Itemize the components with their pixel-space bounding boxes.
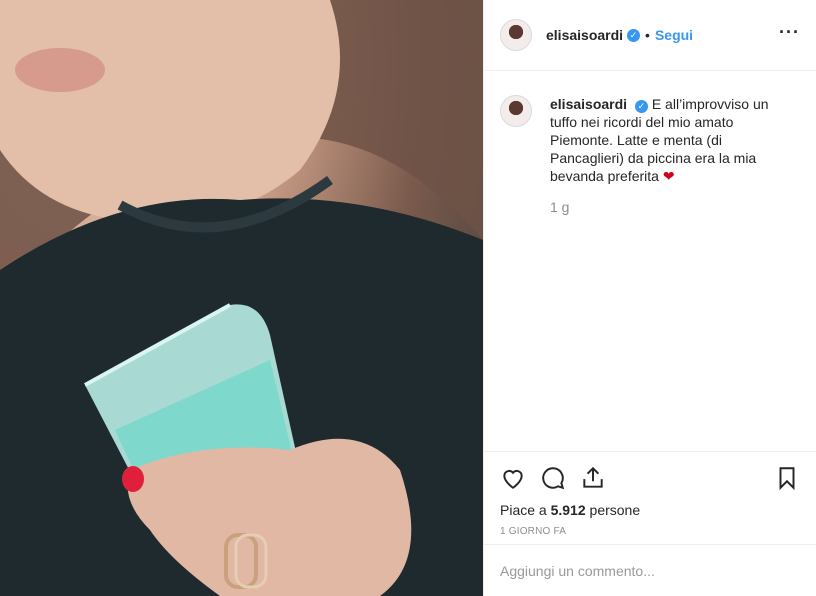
likes-number: 5.912 [550,502,586,518]
comment-icon[interactable] [540,465,566,491]
bookmark-icon[interactable] [774,465,800,491]
likes-suffix: persone [585,502,641,518]
post-actions: Piace a 5.912 persone 1 GIORNO FA [484,451,816,537]
post-timestamp[interactable]: 1 GIORNO FA [500,526,800,537]
header-username[interactable]: elisaisoardi [546,27,623,43]
comments-section: elisaisoardi ✓ E all’improvviso un tuffo… [484,71,816,451]
action-icons [500,462,800,494]
add-comment-bar [484,544,816,596]
follow-button[interactable]: Segui [655,27,693,43]
verified-badge-icon: ✓ [634,100,648,113]
heart-icon[interactable] [500,465,526,491]
verified-badge-icon: ✓ [627,28,641,42]
caption-row: elisaisoardi ✓ E all’improvviso un tuffo… [500,95,800,185]
photo-illustration [0,0,483,596]
avatar[interactable] [500,19,532,51]
post-sidebar: elisaisoardi ✓ • Segui ··· elisaisoardi … [483,0,816,596]
comment-input[interactable] [500,562,800,579]
share-icon[interactable] [580,465,606,491]
caption-age[interactable]: 1 g [550,199,800,215]
post-photo[interactable] [0,0,483,596]
likes-prefix: Piace a [500,502,551,518]
caption-avatar[interactable] [500,95,532,127]
post-header: elisaisoardi ✓ • Segui ··· [484,0,816,71]
instagram-post: elisaisoardi ✓ • Segui ··· elisaisoardi … [0,0,816,596]
heart-emoji: ❤ [662,168,675,184]
separator-dot: • [645,27,650,43]
likes-count[interactable]: Piace a 5.912 persone [500,502,800,518]
caption-username[interactable]: elisaisoardi [550,96,627,112]
more-options-icon[interactable]: ··· [779,22,800,43]
caption-text: elisaisoardi ✓ E all’improvviso un tuffo… [550,95,770,185]
